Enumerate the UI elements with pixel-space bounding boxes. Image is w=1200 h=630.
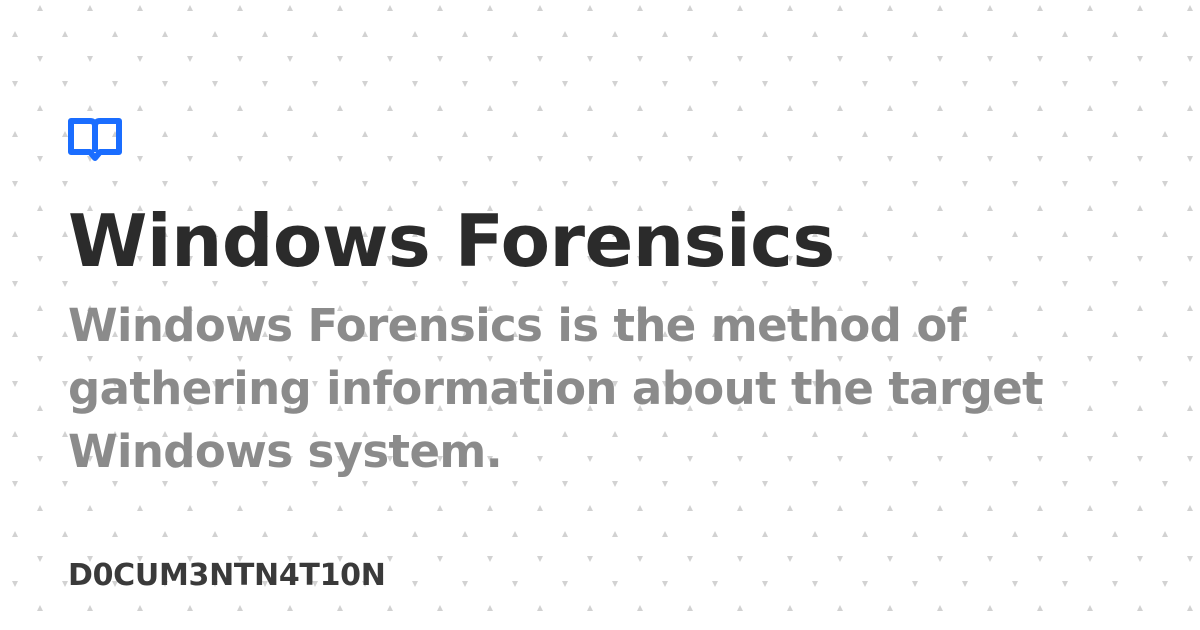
book-icon — [68, 118, 122, 161]
content: Windows Forensics Windows Forensics is t… — [68, 118, 1168, 483]
page-title: Windows Forensics — [68, 199, 835, 283]
page: { "logo": { "icon": "book-icon", "color"… — [0, 0, 1200, 630]
site-name: D0CUM3NTN4T10N — [68, 558, 386, 593]
page-description: Windows Forensics is the method of gathe… — [68, 299, 1044, 478]
